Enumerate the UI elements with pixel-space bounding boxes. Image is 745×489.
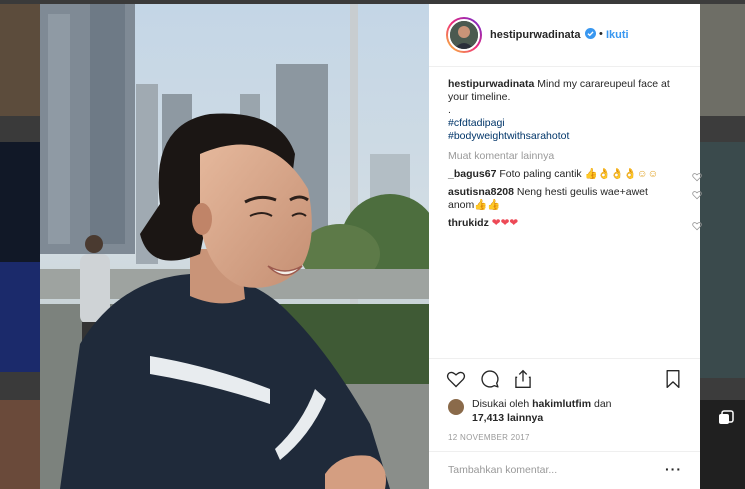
comments-list: hestipurwadinata Mind my carareupeul fac… xyxy=(448,78,702,231)
comment-emoji: 👍👍 xyxy=(474,199,501,211)
likes-middle: dan xyxy=(591,398,612,410)
likes-count[interactable]: 17,413 lainnya xyxy=(472,412,543,424)
comment-item: _bagus67 Foto paling cantik 👍👌👌👌☺☺ xyxy=(448,168,702,182)
more-options-button[interactable]: ··· xyxy=(665,461,682,477)
author-avatar[interactable] xyxy=(446,17,482,53)
comment-username[interactable]: asutisna8208 xyxy=(448,186,514,198)
heart-icon[interactable] xyxy=(446,369,466,389)
likes-summary: Disukai oleh hakimlutfim dan 17,413 lain… xyxy=(448,397,678,425)
add-comment-input[interactable] xyxy=(448,464,648,476)
comment-icon[interactable] xyxy=(480,369,500,389)
comment-text: Foto paling cantik xyxy=(496,168,585,180)
add-comment-bar: ··· xyxy=(429,451,700,489)
follow-button[interactable]: Ikuti xyxy=(606,29,629,41)
bookmark-icon[interactable] xyxy=(663,369,683,389)
comment-like-icon[interactable] xyxy=(692,190,702,200)
comment-item: asutisna8208 Neng hesti geulis wae+awet … xyxy=(448,186,702,212)
background-feed-left xyxy=(0,0,40,489)
load-more-comments-button[interactable]: Muat komentar lainnya xyxy=(448,150,688,163)
caption-dot: . xyxy=(448,104,451,116)
caption-username[interactable]: hestipurwadinata xyxy=(448,78,534,90)
likes-prefix: Disukai oleh xyxy=(472,398,533,410)
post-photo[interactable] xyxy=(40,4,429,489)
separator-dot: • xyxy=(599,28,603,40)
comment-like-icon[interactable] xyxy=(692,172,702,182)
post-actions: Disukai oleh hakimlutfim dan 17,413 lain… xyxy=(429,358,700,489)
post-header: hestipurwadinata • Ikuti xyxy=(429,4,700,67)
comment-username[interactable]: _bagus67 xyxy=(448,168,496,180)
caption: hestipurwadinata Mind my carareupeul fac… xyxy=(448,78,688,143)
liker-username[interactable]: hakimlutfim xyxy=(532,398,591,410)
author-username[interactable]: hestipurwadinata xyxy=(490,29,580,41)
post-date: 12 NOVEMBER 2017 xyxy=(448,433,530,442)
comment-emoji: 👍👌👌👌☺☺ xyxy=(584,168,659,180)
comment-emoji: ❤❤❤ xyxy=(491,217,519,229)
multiple-posts-icon xyxy=(719,410,734,424)
hashtag-link[interactable]: #bodyweightwithsarahotot xyxy=(448,130,688,143)
verified-badge-icon xyxy=(585,28,596,39)
liker-avatar[interactable] xyxy=(448,399,464,415)
comment-item: thrukidz ❤❤❤ xyxy=(448,217,702,231)
comment-like-icon[interactable] xyxy=(692,221,702,231)
post-details-panel: hestipurwadinata • Ikuti hestipurwadinat… xyxy=(429,4,702,489)
share-icon[interactable] xyxy=(513,369,533,389)
hashtag-link[interactable]: #cfdtadipagi xyxy=(448,117,688,130)
comment-username[interactable]: thrukidz xyxy=(448,217,489,229)
